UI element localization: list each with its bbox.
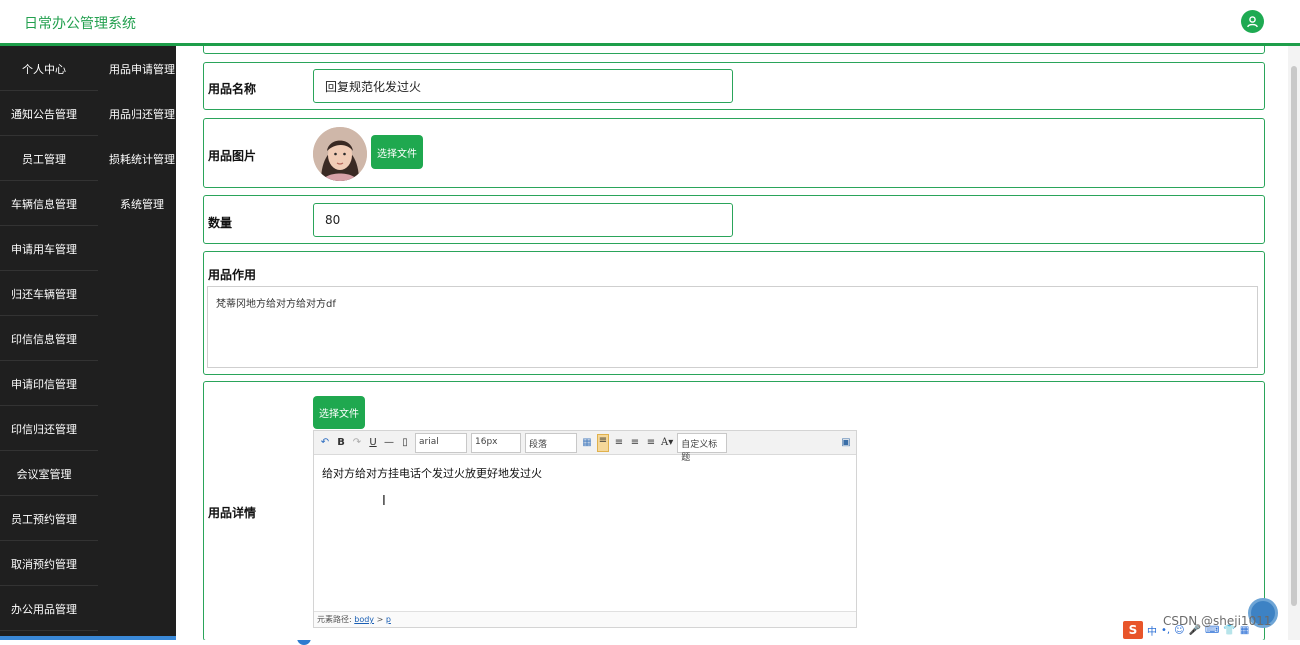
sidebar-item-vehicle-request[interactable]: 申请用车管理 (0, 226, 98, 271)
choose-image-button[interactable]: 选择文件 (371, 135, 423, 169)
sidebar-item-seal-request[interactable]: 申请印信管理 (0, 361, 98, 406)
ime-language[interactable]: 中 (1147, 623, 1157, 638)
sidebar-item-seal-return[interactable]: 印信归还管理 (0, 406, 98, 451)
app-title: 日常办公管理系统 (24, 16, 136, 32)
name-label: 用品名称 (208, 82, 257, 96)
sidebar-item-meeting-rooms[interactable]: 会议室管理 (0, 451, 98, 496)
path-label: 元素路径: (317, 615, 352, 624)
image-label: 用品图片 (208, 149, 257, 163)
redo-icon[interactable]: ↷ (351, 437, 363, 448)
font-family-select[interactable]: arial (415, 432, 467, 453)
form-row-detail: 用品详情 选择文件 ↶ B ↷ U — ▯ arial 16px 段落 ▦ ≡ … (203, 381, 1265, 640)
font-color-icon[interactable]: A▾ (661, 437, 673, 448)
text-cursor-icon: I (382, 494, 386, 509)
sidebar-item-employees[interactable]: 员工管理 (0, 136, 98, 181)
horizontal-rule-icon[interactable]: — (383, 437, 395, 448)
sidebar-item-office-supplies[interactable]: 办公用品管理 (0, 586, 98, 631)
sidebar-item-supply-return[interactable]: 用品归还管理 (98, 91, 176, 136)
purpose-label: 用品作用 (208, 268, 257, 282)
sidebar-item-vehicle-return[interactable]: 归还车辆管理 (0, 271, 98, 316)
align-right-icon[interactable]: ≡ (629, 437, 641, 448)
bold-icon[interactable]: B (335, 437, 347, 448)
align-justify-icon[interactable]: ≡ (645, 437, 657, 448)
portrait-image (313, 127, 367, 181)
product-image (313, 127, 367, 181)
quantity-label: 数量 (208, 216, 233, 230)
form-row-image: 用品图片 选择文件 (203, 118, 1265, 188)
underline-icon[interactable]: U (367, 437, 379, 448)
csdn-watermark: CSDN @sheji1011 (1163, 614, 1272, 628)
table-icon[interactable]: ▦ (581, 437, 593, 448)
form-row-partial (203, 46, 1265, 54)
paragraph-select[interactable]: 段落 (525, 432, 577, 453)
loading-progress-bar (0, 636, 176, 640)
form-row-quantity: 数量 80 (203, 195, 1265, 244)
quantity-input[interactable]: 80 (313, 203, 733, 237)
sidebar-item-seal-info[interactable]: 印信信息管理 (0, 316, 98, 361)
path-p-link[interactable]: p (386, 615, 391, 624)
align-center-icon[interactable]: ≡ (613, 437, 625, 448)
document-icon[interactable]: ▯ (399, 437, 411, 448)
editor-content[interactable]: 给对方给对方挂电话个发过火放更好地发过火 (322, 465, 542, 481)
purpose-textarea[interactable]: 梵蒂冈地方给对方给对方df (207, 286, 1258, 368)
top-header: 日常办公管理系统 (0, 0, 1300, 46)
form-row-purpose: 用品作用 梵蒂冈地方给对方给对方df (203, 251, 1265, 375)
sidebar-item-loss-stats[interactable]: 损耗统计管理 (98, 136, 176, 181)
page-scrollbar-thumb[interactable] (1291, 66, 1297, 606)
font-size-select[interactable]: 16px (471, 432, 521, 453)
sidebar-item-vehicles[interactable]: 车辆信息管理 (0, 181, 98, 226)
rich-text-editor: ↶ B ↷ U — ▯ arial 16px 段落 ▦ ≡ ≡ ≡ ≡ A▾ 自… (313, 430, 857, 628)
sidebar-item-notices[interactable]: 通知公告管理 (0, 91, 98, 136)
editor-element-path: 元素路径: body > p (314, 611, 856, 627)
sogou-logo: S (1123, 621, 1143, 639)
user-avatar-button[interactable] (1241, 10, 1264, 33)
choose-detail-file-button[interactable]: 选择文件 (313, 396, 365, 429)
custom-title-select[interactable]: 自定义标题 (677, 432, 728, 463)
fullscreen-icon[interactable]: ▣ (840, 437, 852, 448)
editor-toolbar: ↶ B ↷ U — ▯ arial 16px 段落 ▦ ≡ ≡ ≡ ≡ A▾ 自… (314, 431, 856, 463)
sidebar-item-personal-center[interactable]: 个人中心 (0, 46, 98, 91)
sidebar-item-reservations[interactable]: 员工预约管理 (0, 496, 98, 541)
sidebar-item-system[interactable]: 系统管理 (98, 181, 176, 226)
sidebar-item-supply-request[interactable]: 用品申请管理 (98, 46, 176, 91)
undo-icon[interactable]: ↶ (319, 437, 331, 448)
user-icon (1247, 16, 1258, 28)
sidebar-item-cancel-reservations[interactable]: 取消预约管理 (0, 541, 98, 586)
sidebar: 个人中心 通知公告管理 员工管理 车辆信息管理 申请用车管理 归还车辆管理 印信… (0, 46, 176, 640)
path-separator: > (376, 615, 384, 624)
form-row-name: 用品名称 回复规范化发过火 (203, 62, 1265, 110)
path-body-link[interactable]: body (354, 615, 374, 624)
detail-label: 用品详情 (208, 506, 257, 520)
name-input[interactable]: 回复规范化发过火 (313, 69, 733, 103)
form-panel: 用品名称 回复规范化发过火 用品图片 选择文件 数量 80 用品作用 梵蒂冈地方… (176, 46, 1288, 640)
align-left-icon[interactable]: ≡ (597, 433, 609, 452)
